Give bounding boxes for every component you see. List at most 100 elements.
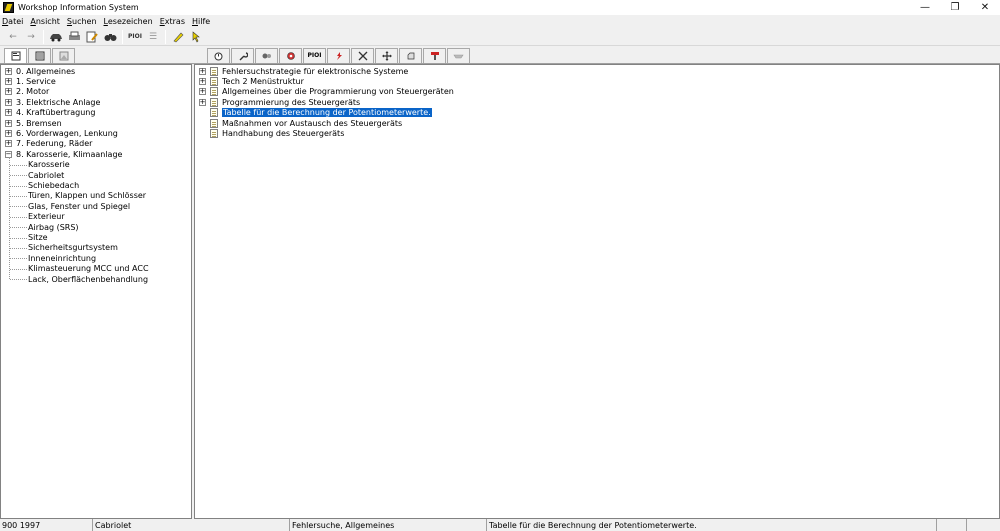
menu-hilfe[interactable]: Hilfe — [192, 17, 210, 26]
car-icon[interactable] — [47, 29, 65, 45]
document-list-pane[interactable]: + Fehlersuchstrategie für elektronische S… — [194, 64, 1000, 519]
tree-subitem-label: Karosserie — [28, 160, 70, 170]
document-item[interactable]: Tabelle für die Berechnung der Potentiom… — [199, 107, 433, 119]
tree-connector-line — [10, 279, 27, 281]
menu-ansicht[interactable]: Ansicht — [30, 17, 60, 26]
tree-item[interactable]: +4. Kraftübertragung — [5, 108, 95, 118]
document-item[interactable]: + Programmierung des Steuergeräts — [199, 97, 360, 107]
filter-icon[interactable]: ☰ — [144, 29, 162, 45]
tree-subitem[interactable]: Glas, Fenster und Spiegel — [28, 201, 130, 211]
move-cross-icon[interactable] — [375, 47, 398, 63]
pioi-button[interactable]: PIOI — [126, 29, 144, 45]
document-view-tab[interactable] — [28, 47, 51, 63]
tree-item[interactable]: +5. Bremsen — [5, 118, 62, 128]
vehicle-lift-icon[interactable] — [447, 47, 470, 63]
pointer-help-icon[interactable] — [187, 29, 205, 45]
tree-item[interactable]: +1. Service — [5, 76, 56, 86]
document-item[interactable]: Handhabung des Steuergeräts — [199, 128, 344, 139]
tree-connector-line — [10, 196, 27, 197]
maximize-button[interactable]: ❐ — [940, 0, 970, 15]
close-button[interactable]: ✕ — [970, 0, 1000, 15]
section-tree-pane[interactable]: +0. Allgemeines +1. Service +2. Motor +3. E… — [0, 64, 192, 519]
document-icon — [210, 108, 218, 118]
toolbar-separator — [43, 29, 44, 44]
print-icon[interactable] — [65, 29, 83, 45]
document-edit-icon[interactable] — [83, 29, 101, 45]
tree-subitem[interactable]: Karosserie — [28, 160, 70, 170]
tree-subitem[interactable]: Cabriolet — [28, 170, 64, 180]
expand-icon[interactable]: + — [199, 88, 206, 96]
tree-connector-line — [10, 206, 27, 208]
pioi-tab[interactable]: PIOI — [303, 47, 326, 63]
highlighter-icon[interactable] — [169, 29, 187, 45]
expand-icon[interactable]: + — [199, 67, 206, 75]
tree-subitem-label: Sicherheitsgurtsystem — [28, 243, 118, 253]
tree-connector-line — [10, 175, 27, 177]
alarm-clock-icon[interactable] — [207, 47, 230, 63]
expand-icon[interactable]: + — [5, 88, 12, 96]
document-icon — [210, 87, 218, 97]
tree-subitem-label: Glas, Fenster und Spiegel — [28, 201, 131, 211]
tree-subitem[interactable]: Exterieur — [28, 212, 65, 222]
tree-subitem[interactable]: Lack, Oberflächenbehandlung — [28, 274, 148, 284]
menu-extras[interactable]: Extras — [160, 17, 185, 26]
menu-suchen[interactable]: Suchen — [67, 17, 97, 26]
status-extra-2 — [967, 519, 1000, 531]
tree-subitem-label: Lack, Oberflächenbehandlung — [28, 274, 149, 284]
gears-icon[interactable] — [255, 47, 278, 63]
tree-connector-line — [10, 164, 27, 166]
minimize-button[interactable]: — — [910, 0, 940, 15]
expand-icon[interactable]: + — [5, 140, 12, 148]
wrench-icon[interactable] — [231, 47, 254, 63]
status-extra-1 — [937, 519, 967, 531]
component-icon[interactable] — [279, 47, 302, 63]
menu-bar: Datei Ansicht Suchen Lesezeichen Extras Hilfe — [0, 15, 1000, 28]
tree-subitem[interactable]: Klimasteuerung MCC und ACC — [28, 264, 149, 274]
document-item[interactable]: Maßnahmen vor Austausch des Steuergeräts — [199, 118, 402, 128]
back-arrow-icon[interactable]: ← — [4, 29, 22, 45]
tree-item[interactable]: +2. Motor — [5, 87, 49, 97]
torque-icon[interactable] — [423, 47, 446, 63]
tree-item[interactable]: −8. Karosserie, Klimaanlage — [5, 149, 122, 159]
document-item-label: Fehlersuchstrategie für elektronische Sy… — [222, 66, 409, 76]
menu-datei[interactable]: Datei — [2, 17, 23, 26]
expand-icon[interactable]: + — [5, 78, 12, 86]
document-item[interactable]: + Tech 2 Menüstruktur — [199, 76, 304, 87]
tree-view-tab[interactable] — [4, 47, 27, 63]
expand-icon[interactable]: + — [5, 67, 12, 75]
expand-icon[interactable]: + — [199, 78, 206, 86]
tree-subitem[interactable]: Schiebedach — [28, 180, 79, 190]
status-bar: 900 1997 Cabriolet Fehlersuche, Allgemei… — [0, 519, 1000, 531]
tree-item[interactable]: +7. Federung, Räder — [5, 139, 92, 149]
tree-connector-line — [10, 248, 27, 249]
tree-item[interactable]: +6. Vorderwagen, Lenkung — [5, 128, 118, 138]
expand-icon[interactable]: + — [5, 119, 12, 127]
expand-icon[interactable]: + — [5, 109, 12, 117]
expand-icon[interactable]: + — [5, 98, 12, 106]
document-item[interactable]: + Allgemeines über die Programmierung von… — [199, 87, 454, 97]
forward-arrow-icon[interactable]: → — [22, 29, 40, 45]
lightning-icon[interactable] — [327, 47, 350, 63]
tree-subitem[interactable]: Inneneinrichtung — [28, 253, 96, 263]
binoculars-icon[interactable] — [101, 29, 119, 45]
tree-subitem[interactable]: Sicherheitsgurtsystem — [28, 243, 118, 253]
graphic-view-tab[interactable] — [52, 47, 75, 63]
tree-item[interactable]: +0. Allgemeines — [5, 66, 75, 76]
tree-subitem[interactable]: Türen, Klappen und Schlösser — [28, 191, 146, 201]
tree-item-label: 4. Kraftübertragung — [16, 108, 96, 118]
document-item-label: Tabelle für die Berechnung der Potentiom… — [221, 107, 433, 119]
expand-icon[interactable]: + — [5, 130, 12, 138]
hand-tool-icon[interactable] — [399, 47, 422, 63]
tree-subitem[interactable]: Sitze — [28, 232, 48, 242]
tree-item-label: 5. Bremsen — [16, 118, 62, 128]
tools-icon[interactable] — [351, 47, 374, 63]
menu-lesezeichen[interactable]: Lesezeichen — [104, 17, 153, 26]
tree-subitem[interactable]: Airbag (SRS) — [28, 222, 79, 232]
status-category: Fehlersuche, Allgemeines — [290, 519, 487, 531]
expand-icon[interactable]: + — [199, 98, 206, 106]
view-toolbar: PIOI — [0, 47, 1000, 64]
tree-item[interactable]: +3. Elektrische Anlage — [5, 97, 100, 107]
document-item[interactable]: + Fehlersuchstrategie für elektronische S… — [199, 66, 408, 76]
tree-connector-line — [10, 237, 27, 239]
